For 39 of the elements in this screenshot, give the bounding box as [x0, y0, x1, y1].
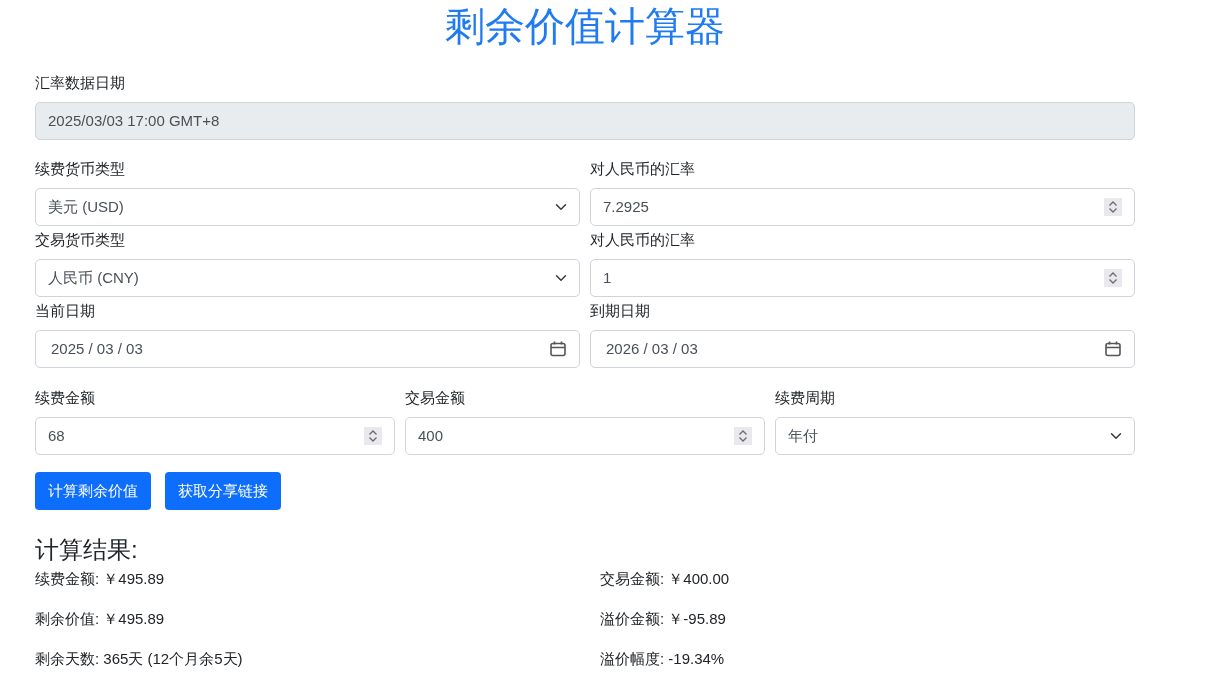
select-field[interactable]: 年付: [775, 417, 1135, 455]
action-button[interactable]: 获取分享链接: [165, 472, 281, 510]
result-text: 交易金额: ￥400.00: [600, 570, 730, 587]
select-field[interactable]: 美元 (USD): [35, 188, 580, 226]
result-text: 溢价金额: ￥-95.89: [600, 610, 726, 627]
action-button[interactable]: 计算剩余价值: [35, 472, 151, 510]
select-field[interactable]: 人民币 (CNY): [35, 259, 580, 297]
number-field[interactable]: 1: [590, 259, 1135, 297]
field-label: 续费货币类型: [35, 159, 125, 179]
number-field[interactable]: 400: [405, 417, 765, 455]
result-text: 溢价幅度: -19.34%: [600, 650, 725, 667]
page-title: 剩余价值计算器: [445, 3, 725, 50]
calendar-icon: [549, 340, 567, 358]
spinner-icon: [1104, 198, 1122, 216]
field-label: 续费周期: [775, 388, 835, 408]
field-label: 汇率数据日期: [35, 73, 125, 93]
chevron-down-icon: [555, 272, 567, 284]
field-label: 当前日期: [35, 301, 95, 321]
result-text: 剩余天数: 365天 (12个月余5天): [35, 650, 243, 667]
field-label: 对人民币的汇率: [590, 230, 695, 250]
text-field[interactable]: 2025/03/03 17:00 GMT+8: [35, 102, 1135, 140]
field-label: 对人民币的汇率: [590, 159, 695, 179]
spinner-icon: [1104, 269, 1122, 287]
number-field[interactable]: 7.2925: [590, 188, 1135, 226]
chevron-down-icon: [555, 201, 567, 213]
chevron-down-icon: [1110, 430, 1122, 442]
date-field[interactable]: 2026 / 03 / 03: [590, 330, 1135, 368]
spinner-icon: [734, 427, 752, 445]
field-label: 交易金额: [405, 388, 465, 408]
result-text: 剩余价值: ￥495.89: [35, 610, 165, 627]
results-heading: 计算结果:: [35, 535, 138, 565]
field-label: 交易货币类型: [35, 230, 125, 250]
spinner-icon: [364, 427, 382, 445]
field-label: 续费金额: [35, 388, 95, 408]
date-field[interactable]: 2025 / 03 / 03: [35, 330, 580, 368]
number-field[interactable]: 68: [35, 417, 395, 455]
result-text: 续费金额: ￥495.89: [35, 570, 165, 587]
field-label: 到期日期: [590, 301, 650, 321]
calendar-icon: [1104, 340, 1122, 358]
